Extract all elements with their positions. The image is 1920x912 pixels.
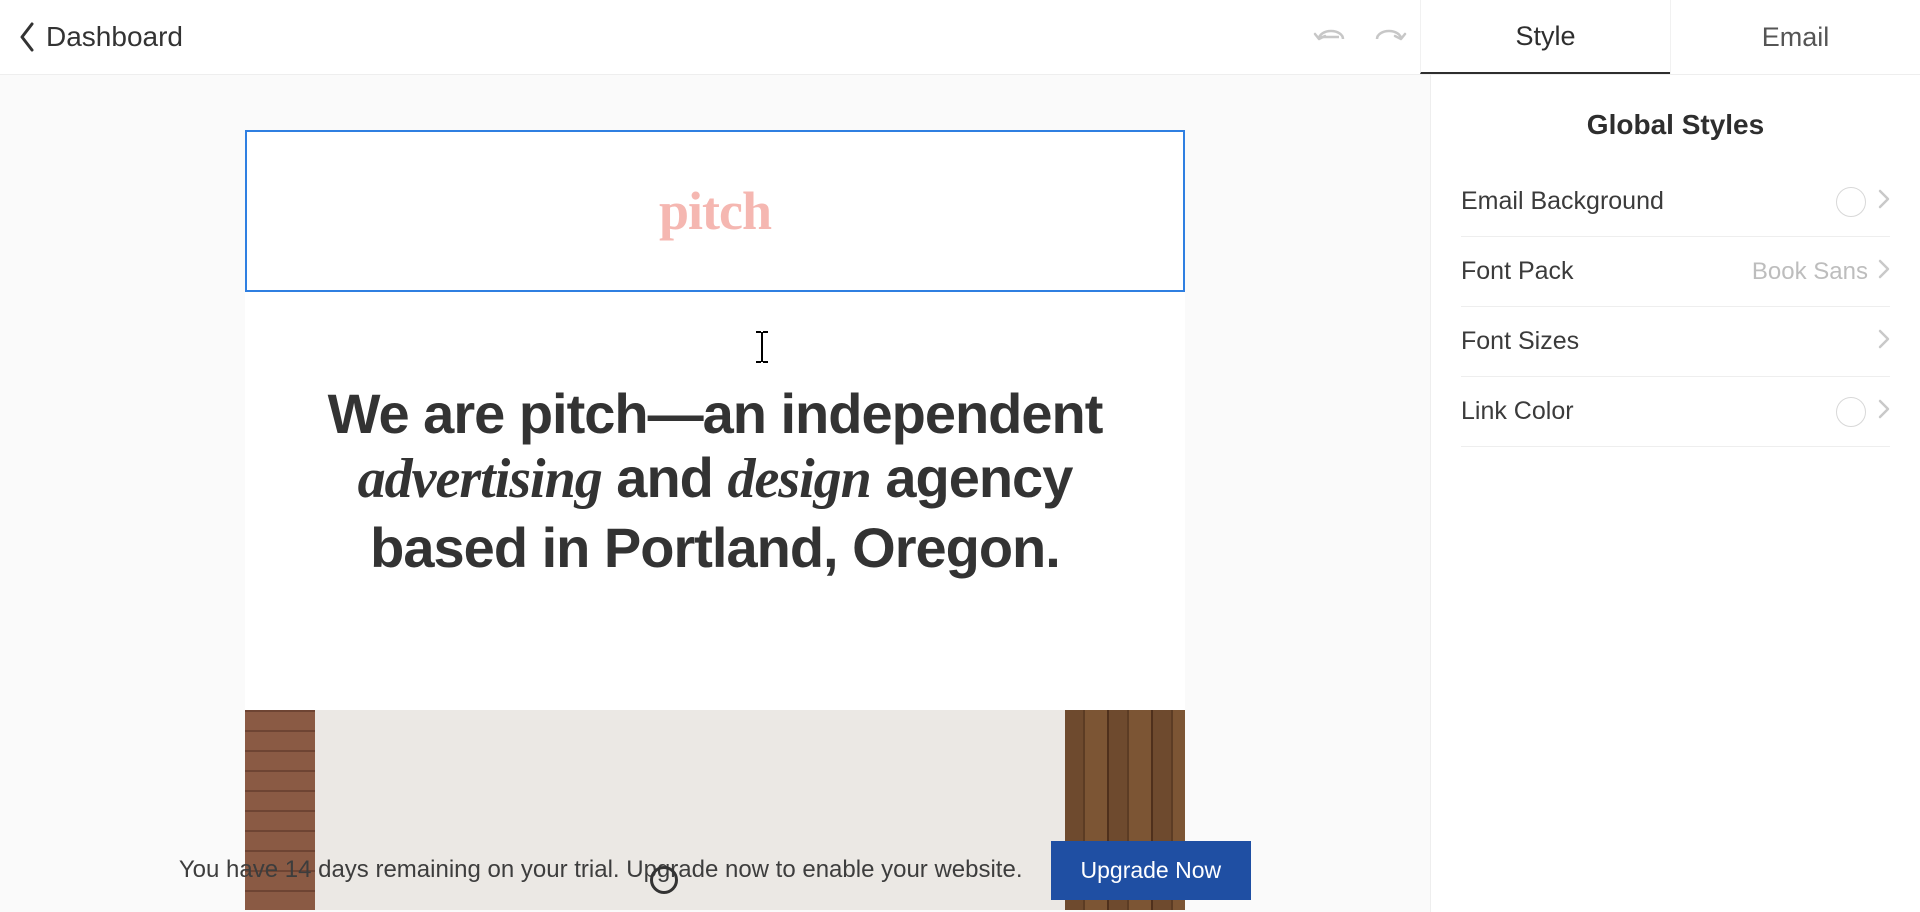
chevron-right-icon (1878, 399, 1890, 425)
headline-italic-design: design (727, 448, 870, 510)
row-label: Font Pack (1461, 257, 1752, 286)
upgrade-text: You have 14 days remaining on your trial… (179, 856, 1023, 884)
tab-email[interactable]: Email (1670, 0, 1920, 74)
color-swatch (1836, 187, 1866, 217)
headline-line2: based in Portland, Oregon. (305, 516, 1125, 580)
color-swatch (1836, 397, 1866, 427)
row-email-background[interactable]: Email Background (1461, 167, 1890, 237)
headline-italic-advertising: advertising (358, 448, 602, 510)
chevron-right-icon (1878, 259, 1890, 285)
upgrade-banner: You have 14 days remaining on your trial… (0, 828, 1430, 912)
tab-label: Style (1515, 21, 1575, 52)
email-canvas[interactable]: pitch We are pitch—an independent advert… (245, 130, 1185, 910)
headline-tail: agency (871, 446, 1073, 509)
back-label: Dashboard (46, 21, 183, 53)
row-font-sizes[interactable]: Font Sizes (1461, 307, 1890, 377)
back-to-dashboard[interactable]: Dashboard (0, 21, 183, 53)
panel-title: Global Styles (1461, 75, 1890, 167)
chevron-right-icon (1878, 189, 1890, 215)
tab-style[interactable]: Style (1420, 0, 1670, 74)
headline-mid: and (602, 446, 728, 509)
headline-part1: We are pitch—an independent (328, 382, 1103, 445)
row-font-pack[interactable]: Font Pack Book Sans (1461, 237, 1890, 307)
row-value: Book Sans (1752, 258, 1868, 286)
editor-canvas-area: pitch We are pitch—an independent advert… (0, 75, 1430, 912)
chevron-left-icon (18, 22, 36, 52)
row-label: Email Background (1461, 187, 1836, 216)
row-label: Link Color (1461, 397, 1836, 426)
redo-button[interactable] (1360, 0, 1420, 74)
headline-block[interactable]: We are pitch—an independent advertising … (245, 292, 1185, 710)
chevron-right-icon (1878, 329, 1890, 355)
style-panel: Global Styles Email Background Font Pack… (1430, 75, 1920, 912)
undo-button[interactable] (1300, 0, 1360, 74)
logo-text[interactable]: pitch (659, 181, 771, 241)
row-link-color[interactable]: Link Color (1461, 377, 1890, 447)
upgrade-now-button[interactable]: Upgrade Now (1051, 841, 1252, 900)
logo-block-selected[interactable]: pitch (245, 130, 1185, 292)
row-label: Font Sizes (1461, 327, 1878, 356)
tab-label: Email (1762, 22, 1830, 53)
